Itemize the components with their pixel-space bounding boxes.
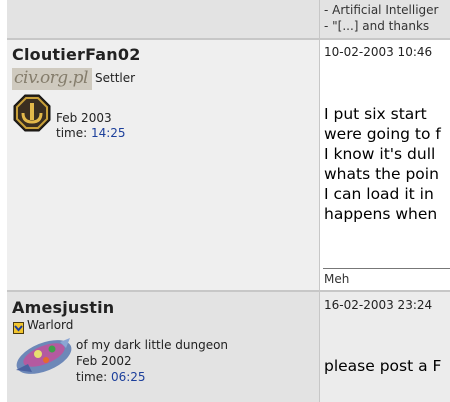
time-value: 14:25 [90,126,126,140]
post1-date: 10-02-2003 10:46 [324,45,433,59]
column-divider [319,0,320,402]
post2-joined: Feb 2002 [76,354,132,368]
time-label: time: [76,370,108,384]
message-line: I put six start [324,105,427,123]
rank-badge-icon [13,319,24,334]
prev-signature-line: - "[...] and thanks [324,19,430,33]
prev-post-user-cell [7,0,319,38]
prev-signature-line: - Artificial Intelliger [324,3,439,17]
message-line: I can load it in [324,185,434,203]
post2-username[interactable]: Amesjustin [12,298,114,317]
message-line: happens when [324,205,438,223]
post1-avatar [13,94,51,132]
message-line: were going to f [324,125,441,143]
message-line: whats the poin [324,165,439,183]
rank-image: civ.org.pl [12,68,92,90]
post2-rank: Warlord [27,318,74,332]
post1-joined: Feb 2003 [56,111,112,125]
post2-message: please post a F [324,357,442,375]
post2-date: 16-02-2003 23:24 [324,298,433,312]
post2-time: time: 06:25 [76,370,146,384]
post2-location: of my dark little dungeon [76,338,229,352]
post1-signature: Meh [324,272,350,286]
time-value: 06:25 [110,370,146,384]
post2-avatar [10,334,74,380]
post1-username[interactable]: CloutierFan02 [12,45,141,64]
page-margin [0,0,7,402]
message-line: I know it's dull [324,145,436,163]
time-label: time: [56,126,88,140]
rank-image-text: civ.org.pl [14,68,88,88]
signature-divider [323,268,450,269]
post1-time: time: 14:25 [56,126,126,140]
post1-rank: Settler [95,71,136,85]
